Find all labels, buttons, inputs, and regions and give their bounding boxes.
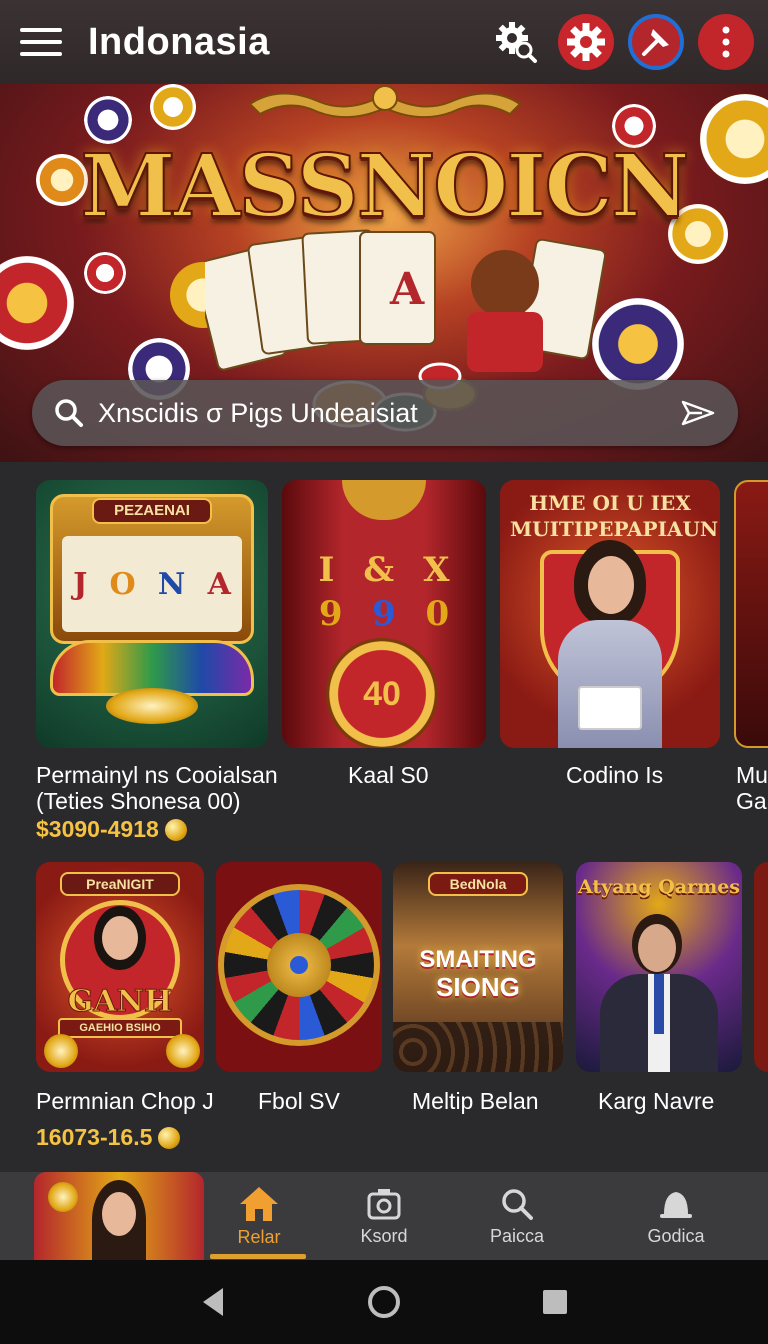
menu-icon[interactable]: [14, 14, 70, 70]
hero-banner[interactable]: MASSNOICN A Xnscidis σ Pigs Undeaisiat: [0, 84, 768, 462]
app-title: Indonasia: [88, 20, 270, 63]
game-row-popular: PreaNIGIT GANH GAEHIO BSIHO Permnian Cho…: [0, 862, 768, 1172]
system-navigation-bar: [0, 1260, 768, 1344]
game-tile[interactable]: HME OI U IEX MUITIPEPAPIAUN: [500, 480, 720, 748]
search-icon: [502, 1188, 533, 1220]
tile-logo: GANH: [67, 984, 173, 1020]
tile-title: Kaal S0: [348, 762, 429, 788]
nav-notifications[interactable]: Godica: [611, 1172, 741, 1260]
tile-title: Permnian Chop J: [36, 1088, 214, 1114]
tile-logo: SMAITING: [419, 946, 537, 973]
home-circle-icon[interactable]: [366, 1284, 402, 1320]
game-tile[interactable]: PreaNIGIT GANH GAEHIO BSIHO: [36, 862, 204, 1072]
search-input[interactable]: Xnscidis σ Pigs Undeaisiat: [98, 398, 680, 429]
poker-chip: [592, 298, 684, 390]
nav-record[interactable]: Ksord: [319, 1172, 449, 1260]
game-tile[interactable]: [216, 862, 382, 1072]
gear-icon[interactable]: [558, 14, 614, 70]
coin-icon: [164, 818, 187, 841]
top-actions: [488, 14, 754, 70]
price-value: 16073-16.5: [36, 1124, 153, 1150]
game-row-featured: PEZAENAI JONA Permainyl ns Cooialsan (Te…: [0, 462, 768, 862]
hero-title: MASSNOICN: [79, 135, 690, 238]
home-icon: [240, 1186, 278, 1221]
game-tile[interactable]: [734, 480, 768, 748]
nav-search[interactable]: Paicca: [452, 1172, 582, 1260]
bell-icon: [660, 1191, 692, 1218]
svg-text:A: A: [389, 264, 425, 315]
nav-label: Ksord: [360, 1225, 408, 1246]
tile-center-number: 40: [326, 638, 438, 748]
game-tile[interactable]: [754, 862, 768, 1072]
settings-search-icon[interactable]: [488, 14, 544, 70]
game-tile[interactable]: BedNola SMAITING SIONG: [393, 862, 563, 1072]
tile-logo: SIONG: [436, 972, 520, 1002]
nav-label: Paicca: [489, 1225, 545, 1246]
tile-badge: PreaNIGIT: [60, 872, 180, 896]
tile-title: Meltip Belan: [412, 1088, 539, 1114]
nav-label: Relar: [237, 1226, 281, 1247]
game-tile[interactable]: Atyang Qarmes: [576, 862, 742, 1072]
camera-icon: [367, 1188, 401, 1219]
game-tile[interactable]: I & X 990 40: [282, 480, 486, 748]
tile-badge: BedNola: [428, 872, 528, 896]
top-app-bar: Indonasia: [0, 0, 768, 84]
tile-price: 16073-16.5: [36, 1124, 181, 1151]
tile-title: Permainyl ns Cooialsan: [36, 762, 278, 788]
search-icon: [55, 399, 83, 427]
tile-sub: GAEHIO BSIHO: [58, 1018, 182, 1038]
poker-chip: [84, 252, 126, 294]
tile-title: Karg Navre: [598, 1088, 715, 1114]
app-screen: Indonasia MASSNOICN A Xnscidis σ Pigs Un…: [0, 0, 768, 1344]
send-icon[interactable]: [680, 399, 716, 427]
search-bar[interactable]: Xnscidis σ Pigs Undeaisiat: [32, 380, 738, 446]
more-vertical-icon[interactable]: [698, 14, 754, 70]
tile-badge: PEZAENAI: [92, 498, 212, 524]
tile-heading: HME OI U IEX MUITIPEPAPIAUN: [510, 491, 719, 541]
coin-icon: [158, 1126, 181, 1149]
tile-subtitle: (Teties Shonesa 00): [36, 788, 241, 814]
tile-title: Codino Is: [566, 762, 664, 788]
recents-icon[interactable]: [541, 1288, 569, 1316]
bottom-navigation: Relar Ksord Paicca Godica: [0, 1172, 768, 1260]
tile-title: Fbol SV: [258, 1088, 340, 1114]
tile-heading: Atyang Qarmes: [577, 876, 740, 898]
nav-label: Godica: [647, 1225, 705, 1246]
promo-thumbnail[interactable]: [34, 1172, 204, 1260]
nav-active-indicator: [210, 1254, 306, 1259]
game-tile[interactable]: PEZAENAI JONA: [36, 480, 268, 748]
price-value: $3090-4918: [36, 816, 159, 842]
poker-chip: [150, 84, 196, 130]
tile-title: Mul: [736, 762, 768, 788]
back-icon[interactable]: [199, 1286, 227, 1318]
tile-price: $3090-4918: [36, 816, 187, 843]
tile-subtitle: Gah: [736, 788, 768, 814]
poker-chip: [0, 256, 74, 350]
crown-ornament-icon: [248, 85, 522, 119]
pin-icon[interactable]: [628, 14, 684, 70]
nav-home[interactable]: Relar: [194, 1172, 324, 1260]
